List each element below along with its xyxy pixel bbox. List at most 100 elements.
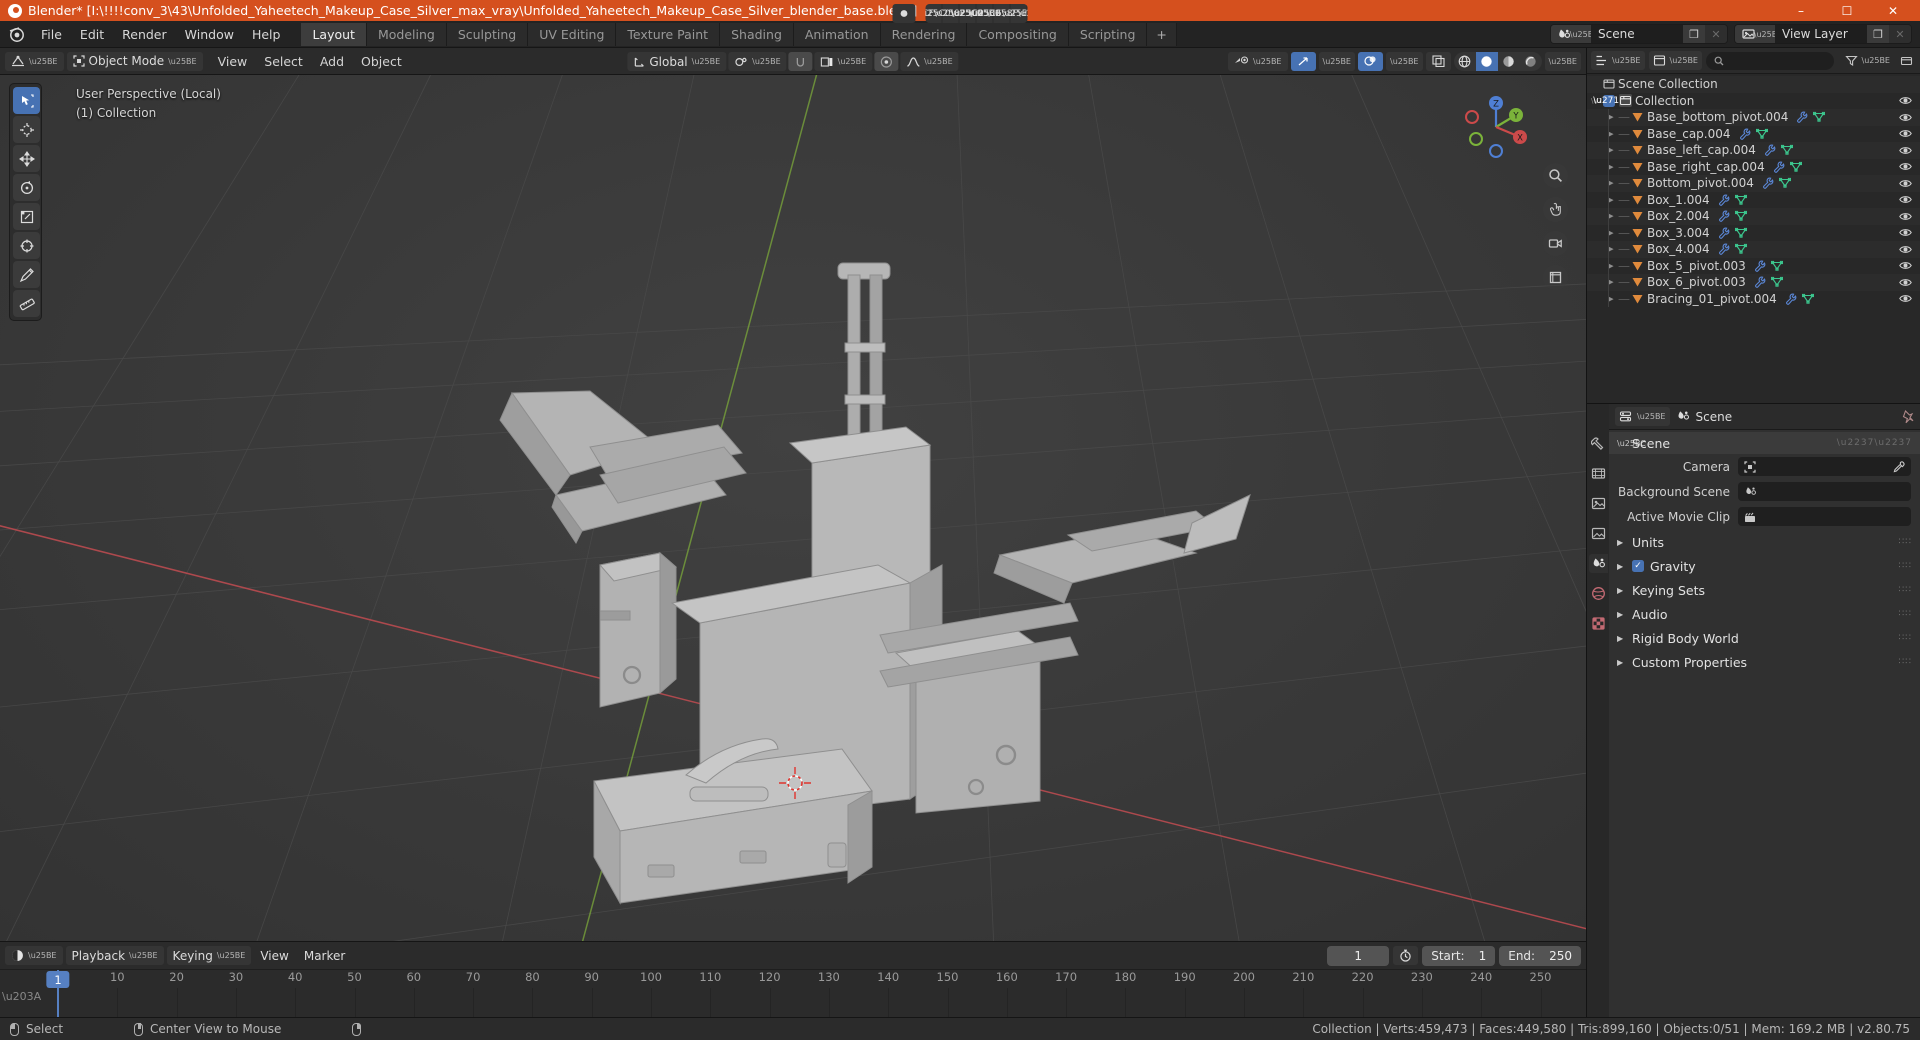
viewport-menu-view[interactable]: View bbox=[210, 52, 256, 71]
background-scene-field[interactable] bbox=[1738, 482, 1911, 501]
item-disclosure-icon[interactable]: ▶ bbox=[1605, 229, 1617, 237]
outliner-item-box-6-pivot-003[interactable]: ▶ — Box_6_pivot.003 bbox=[1587, 274, 1920, 291]
modifier-wrench-icon[interactable] bbox=[1718, 210, 1730, 223]
visibility-eye-icon[interactable] bbox=[1899, 194, 1912, 205]
modifier-wrench-icon[interactable] bbox=[1718, 227, 1730, 239]
modifier-wrench-icon[interactable] bbox=[1773, 161, 1785, 173]
scene-panel-header[interactable]: \u25BC Scene \u2237\u2237 bbox=[1609, 432, 1920, 454]
overlay-options-chevron-icon[interactable]: \u25BE bbox=[1386, 51, 1423, 71]
modifier-wrench-icon[interactable] bbox=[1739, 128, 1751, 140]
workspace-tab-sculpting[interactable]: Sculpting bbox=[446, 22, 529, 46]
menu-file[interactable]: File bbox=[32, 24, 71, 45]
view-layer-dropdown-chevron-icon[interactable]: \u25BE bbox=[1754, 25, 1782, 43]
close-button[interactable]: ✕ bbox=[1870, 0, 1916, 21]
outliner-item-box-4-004[interactable]: ▶ — Box_4.004 bbox=[1587, 241, 1920, 258]
scene-name-field[interactable]: Scene bbox=[1591, 25, 1683, 43]
item-disclosure-icon[interactable]: ▶ bbox=[1605, 113, 1617, 121]
output-tab-icon[interactable] bbox=[1589, 494, 1608, 513]
panel-disclosure-icon[interactable]: ▶ bbox=[1617, 562, 1626, 571]
outliner-new-collection-button[interactable] bbox=[1897, 51, 1916, 70]
outliner-item-box-3-004[interactable]: ▶ — Box_3.004 bbox=[1587, 224, 1920, 241]
item-disclosure-icon[interactable]: ▶ bbox=[1605, 278, 1617, 286]
item-disclosure-icon[interactable]: ▶ bbox=[1605, 163, 1617, 171]
interaction-mode-selector[interactable]: Object Mode \u25BE bbox=[66, 51, 203, 71]
panel-disclosure-icon[interactable]: ▶ bbox=[1617, 610, 1626, 619]
active-movie-clip-field[interactable] bbox=[1738, 507, 1911, 526]
panel-grip[interactable]: ∷∷ bbox=[1899, 633, 1912, 643]
outliner-row-scene-collection[interactable]: Scene Collection bbox=[1587, 76, 1920, 93]
cursor-tool[interactable] bbox=[13, 116, 40, 143]
menu-help[interactable]: Help bbox=[243, 24, 290, 45]
auto-keying-button[interactable] bbox=[892, 4, 916, 23]
property-panel-gravity[interactable]: ▶ ✓ Gravity ∷∷ bbox=[1609, 555, 1920, 577]
panel-disclosure-icon[interactable]: ▶ bbox=[1617, 538, 1626, 547]
toggle-perspective-button[interactable] bbox=[1543, 265, 1568, 290]
outliner-item-base-left-cap-004[interactable]: ▶ — Base_left_cap.004 bbox=[1587, 142, 1920, 159]
unlink-scene-button[interactable]: ✕ bbox=[1705, 25, 1727, 43]
transform-tool[interactable] bbox=[13, 232, 40, 259]
rotate-tool[interactable] bbox=[13, 174, 40, 201]
item-disclosure-icon[interactable]: ▶ bbox=[1605, 245, 1617, 253]
panel-grip[interactable]: ∷∷ bbox=[1899, 657, 1912, 667]
move-view-button[interactable] bbox=[1543, 197, 1568, 222]
scene-dropdown-chevron-icon[interactable]: \u25BE bbox=[1570, 25, 1598, 43]
visibility-eye-icon[interactable] bbox=[1899, 145, 1912, 156]
playhead-frame-box[interactable]: 1 bbox=[46, 971, 70, 988]
modifier-wrench-icon[interactable] bbox=[1718, 194, 1730, 206]
collection-visibility-eye-icon[interactable] bbox=[1899, 95, 1912, 106]
visibility-eye-icon[interactable] bbox=[1899, 211, 1912, 222]
menu-edit[interactable]: Edit bbox=[71, 24, 113, 45]
item-disclosure-icon[interactable]: ▶ bbox=[1605, 179, 1617, 187]
pin-icon[interactable] bbox=[1901, 409, 1914, 424]
mesh-data-icon[interactable] bbox=[1770, 276, 1783, 288]
visibility-eye-icon[interactable] bbox=[1899, 227, 1912, 238]
workspace-tab-shading[interactable]: Shading bbox=[720, 22, 794, 46]
snap-settings-selector[interactable]: \u25BE bbox=[814, 52, 873, 71]
camera-field[interactable] bbox=[1738, 457, 1911, 476]
xray-toggle-button[interactable] bbox=[1425, 51, 1451, 71]
scale-tool[interactable] bbox=[13, 203, 40, 230]
outliner-row-collection[interactable]: \u25BC \u2713 Collection bbox=[1587, 93, 1920, 110]
property-panel-custom-properties[interactable]: ▶ Custom Properties ∷∷ bbox=[1609, 651, 1920, 673]
timeline-ruler[interactable]: \u203A 10 20 30 40 50 60 70 80 90 100 110 120 130 140… bbox=[0, 969, 1586, 1017]
panel-grip[interactable]: ∷∷ bbox=[1899, 609, 1912, 619]
workspace-tab-rendering[interactable]: Rendering bbox=[880, 22, 968, 46]
panel-disclosure-icon[interactable]: ▶ bbox=[1617, 658, 1626, 667]
show-overlays-button[interactable] bbox=[1358, 51, 1383, 71]
modifier-wrench-icon[interactable] bbox=[1762, 177, 1774, 190]
visibility-eye-icon[interactable] bbox=[1899, 293, 1912, 304]
outliner-item-base-right-cap-004[interactable]: ▶ — Base_right_cap.004 bbox=[1587, 158, 1920, 175]
mesh-data-icon[interactable] bbox=[1734, 194, 1747, 206]
timeline-menu-keying[interactable]: Keying \u25BE bbox=[166, 946, 252, 965]
item-disclosure-icon[interactable]: ▶ bbox=[1605, 262, 1617, 270]
visibility-eye-icon[interactable] bbox=[1899, 260, 1912, 271]
texture-tab-icon[interactable] bbox=[1589, 614, 1608, 633]
properties-editor-type-selector[interactable]: \u25BE bbox=[1615, 407, 1670, 426]
outliner-item-box-1-004[interactable]: ▶ — Box_1.004 bbox=[1587, 191, 1920, 208]
jump-to-end-button[interactable]: \u258F\u29D0 bbox=[987, 4, 1028, 23]
workspace-tab-layout[interactable]: Layout bbox=[301, 22, 367, 46]
end-frame-field[interactable]: End: 250 bbox=[1499, 945, 1581, 966]
mesh-data-icon[interactable] bbox=[1770, 260, 1783, 272]
maximize-button[interactable]: ☐ bbox=[1824, 0, 1870, 21]
scene-tab-icon[interactable] bbox=[1588, 554, 1608, 573]
panel-grip[interactable]: ∷∷ bbox=[1899, 561, 1912, 571]
zoom-view-button[interactable] bbox=[1543, 163, 1568, 188]
transform-orientation-selector[interactable]: Global \u25BE bbox=[627, 52, 727, 71]
blender-menu-icon[interactable] bbox=[6, 23, 28, 45]
mesh-data-icon[interactable] bbox=[1780, 144, 1793, 156]
select-box-tool[interactable] bbox=[13, 87, 40, 114]
current-frame-field[interactable]: 1 bbox=[1327, 945, 1390, 966]
start-frame-field[interactable]: Start: 1 bbox=[1422, 945, 1496, 966]
timeline-editor-type-selector[interactable]: \u25BE bbox=[5, 946, 63, 965]
new-view-layer-button[interactable]: ❐ bbox=[1867, 25, 1889, 43]
outliner-search-input[interactable] bbox=[1706, 51, 1834, 70]
view-layer-selector[interactable]: \u25BE View Layer ❐ ✕ bbox=[1734, 24, 1912, 44]
proportional-editing-toggle[interactable] bbox=[874, 52, 899, 71]
outliner-item-base-cap-004[interactable]: ▶ — Base_cap.004 bbox=[1587, 125, 1920, 142]
scene-selector[interactable]: \u25BE Scene ❐ ✕ bbox=[1550, 24, 1728, 44]
mesh-data-icon[interactable] bbox=[1755, 128, 1768, 140]
collection-checkbox[interactable]: \u2713 bbox=[1593, 94, 1625, 107]
outliner-tree[interactable]: Scene Collection \u25BC \u2713 Collectio… bbox=[1587, 74, 1920, 403]
snap-toggle-button[interactable] bbox=[788, 52, 813, 71]
